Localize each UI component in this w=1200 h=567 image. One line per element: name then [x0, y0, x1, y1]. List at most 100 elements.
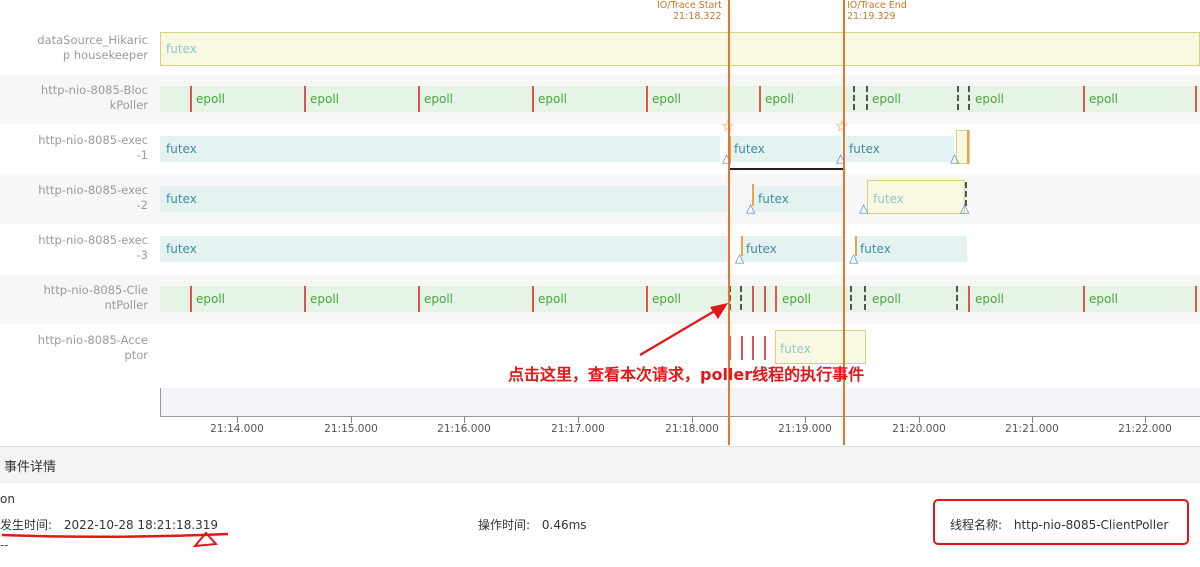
- epoll-label: epoll: [765, 92, 795, 106]
- futex-label: futex: [166, 142, 197, 156]
- futex-label: futex: [780, 342, 811, 356]
- futex-label: futex: [734, 142, 765, 156]
- lane-label[interactable]: http-nio-8085-exec -1: [0, 133, 148, 163]
- axis-tick: [1032, 416, 1033, 423]
- annotation-arrow: [639, 303, 728, 356]
- epoll-label: epoll: [652, 92, 682, 106]
- event-tick[interactable]: [967, 130, 969, 164]
- triangle-marker-icon[interactable]: △: [746, 202, 755, 214]
- axis-tick-label: 21:14.000: [210, 423, 264, 435]
- overview-left-edge: [160, 388, 161, 416]
- underline-annotation: [1, 531, 229, 548]
- triangle-marker-icon[interactable]: △: [735, 252, 744, 264]
- lane-label[interactable]: dataSource_Hikaric p housekeeper: [0, 33, 148, 63]
- event-tick[interactable]: [775, 286, 777, 312]
- axis-tick-label: 21:20.000: [892, 423, 946, 435]
- epoll-label: epoll: [310, 92, 340, 106]
- dashed-event-tick[interactable]: [956, 286, 958, 310]
- trace-end-time: 21:19.329: [847, 11, 896, 22]
- detail-panel-title: 事件详情: [4, 460, 57, 475]
- triangle-marker-icon[interactable]: △: [722, 152, 731, 164]
- event-tick[interactable]: [304, 286, 306, 312]
- lane-label[interactable]: http-nio-8085-Clie ntPoller: [0, 283, 148, 313]
- futex-segment[interactable]: [160, 136, 720, 162]
- event-tick[interactable]: [190, 86, 192, 112]
- annotation-text: 点击这里，查看本次请求，poller线程的执行事件: [508, 365, 865, 384]
- event-name: on: [0, 492, 15, 506]
- axis-tick: [692, 416, 693, 423]
- event-tick[interactable]: [764, 286, 766, 312]
- futex-segment[interactable]: [160, 32, 1200, 66]
- epoll-label: epoll: [196, 292, 226, 306]
- epoll-label: epoll: [1089, 292, 1119, 306]
- event-tick[interactable]: [418, 86, 420, 112]
- axis-tick-label: 21:21.000: [1005, 423, 1059, 435]
- axis-tick-label: 21:18.000: [665, 423, 719, 435]
- dashed-event-tick[interactable]: [957, 86, 959, 110]
- dashed-event-tick[interactable]: [968, 86, 970, 110]
- triangle-marker-icon[interactable]: △: [859, 202, 868, 214]
- futex-segment[interactable]: [160, 186, 728, 212]
- axis-tick: [919, 416, 920, 423]
- axis-tick-label: 21:22.000: [1118, 423, 1172, 435]
- op-time-field: 操作时间: 0.46ms: [478, 516, 587, 533]
- detail-panel-header: 事件详情: [0, 446, 1200, 483]
- dashed-event-tick[interactable]: [853, 86, 855, 110]
- op-time-label: 操作时间:: [478, 518, 531, 532]
- futex-segment[interactable]: [160, 236, 728, 262]
- axis-tick-label: 21:16.000: [437, 423, 491, 435]
- epoll-label: epoll: [196, 92, 226, 106]
- event-tick[interactable]: [1195, 86, 1197, 112]
- event-tick[interactable]: [532, 286, 534, 312]
- event-tick[interactable]: [1195, 286, 1197, 312]
- triangle-marker-icon[interactable]: △: [960, 202, 969, 214]
- epoll-label: epoll: [782, 292, 812, 306]
- lane-label[interactable]: http-nio-8085-Bloc kPoller: [0, 83, 148, 113]
- futex-label: futex: [166, 192, 197, 206]
- futex-label: futex: [758, 192, 789, 206]
- dashed-event-tick[interactable]: [850, 286, 852, 310]
- axis-tick: [578, 416, 579, 423]
- axis-tick: [351, 416, 352, 423]
- dashed-event-tick[interactable]: [864, 286, 866, 310]
- event-tick[interactable]: [532, 86, 534, 112]
- event-tick[interactable]: [1083, 286, 1085, 312]
- event-tick[interactable]: [190, 286, 192, 312]
- epoll-label: epoll: [872, 292, 902, 306]
- trace-start-time: 21:18.322: [673, 11, 722, 22]
- event-tick[interactable]: [646, 86, 648, 112]
- trace-span-bracket: [729, 168, 843, 170]
- epoll-label: epoll: [424, 92, 454, 106]
- futex-label: futex: [873, 192, 904, 206]
- epoll-label: epoll: [424, 292, 454, 306]
- lane-label[interactable]: http-nio-8085-exec -3: [0, 233, 148, 263]
- futex-label: futex: [849, 142, 880, 156]
- event-tick[interactable]: [1083, 86, 1085, 112]
- event-tick[interactable]: [304, 86, 306, 112]
- lane-label[interactable]: http-nio-8085-Acce ptor: [0, 333, 148, 363]
- op-time-value: 0.46ms: [541, 518, 587, 532]
- triangle-marker-icon[interactable]: △: [950, 152, 959, 164]
- axis-tick: [1145, 416, 1146, 423]
- trace-start-title: IO/Trace Start: [657, 0, 722, 11]
- event-tick[interactable]: [741, 336, 743, 360]
- overview-brush[interactable]: [160, 388, 1200, 417]
- event-tick[interactable]: [764, 336, 766, 360]
- epoll-label: epoll: [538, 92, 568, 106]
- axis-tick-label: 21:17.000: [551, 423, 605, 435]
- event-tick[interactable]: [759, 86, 761, 112]
- event-tick[interactable]: [752, 336, 754, 360]
- trace-end-label: IO/Trace End 21:19.329: [847, 0, 907, 22]
- triangle-marker-icon[interactable]: △: [849, 252, 858, 264]
- dashed-event-tick[interactable]: [740, 286, 742, 310]
- axis-tick-label: 21:15.000: [324, 423, 378, 435]
- lane-label[interactable]: http-nio-8085-exec -2: [0, 183, 148, 213]
- event-tick[interactable]: [418, 286, 420, 312]
- star-icon[interactable]: ☆: [835, 119, 848, 134]
- event-tick[interactable]: [968, 286, 970, 312]
- event-tick[interactable]: [752, 286, 754, 312]
- epoll-label: epoll: [975, 292, 1005, 306]
- epoll-label: epoll: [1089, 92, 1119, 106]
- dashed-event-tick[interactable]: [866, 86, 868, 110]
- futex-label: futex: [166, 242, 197, 256]
